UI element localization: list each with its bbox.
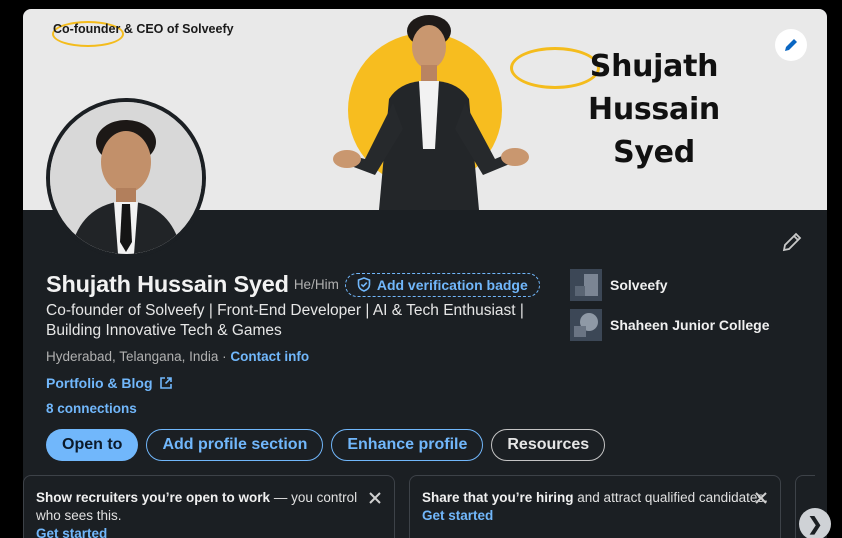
pronouns: He/Him (293, 277, 339, 292)
profile-card: Co-founder & CEO of Solveefy Shujath Hus… (23, 9, 827, 538)
external-link-icon (159, 377, 172, 389)
website-label: Portfolio & Blog (46, 375, 153, 391)
edit-banner-button[interactable] (775, 29, 807, 61)
dismiss-button[interactable] (365, 488, 385, 508)
company-logo-icon (570, 269, 602, 301)
open-to-work-card: Show recruiters you’re open to work — yo… (23, 475, 395, 538)
name-row: Shujath Hussain Syed He/Him Add verifica… (46, 271, 540, 298)
website-link[interactable]: Portfolio & Blog (46, 375, 173, 391)
resources-button[interactable]: Resources (491, 429, 606, 461)
org-name: Shaheen Junior College (610, 317, 770, 333)
edit-intro-button[interactable] (780, 230, 804, 254)
carousel-next-button[interactable]: ❯ (799, 508, 831, 538)
hiring-card: Share that you’re hiring and attract qua… (409, 475, 781, 538)
org-item-school[interactable]: Shaheen Junior College (570, 309, 769, 341)
profile-headline: Co-founder of Solveefy | Front-End Devel… (46, 302, 524, 339)
profile-location: Hyderabad, Telangana, India (46, 349, 219, 364)
dismiss-button[interactable] (751, 488, 771, 508)
banner-name: Shujath Hussain Syed (519, 45, 789, 174)
open-to-button[interactable]: Open to (46, 429, 139, 461)
avatar-portrait (50, 102, 202, 254)
get-started-link[interactable]: Get started (36, 525, 382, 538)
enhance-profile-button[interactable]: Enhance profile (331, 429, 484, 461)
pencil-icon (785, 39, 797, 51)
banner-name-line2: Syed (613, 135, 695, 170)
location-separator: · (218, 349, 231, 364)
notice-text: Share that you’re hiring and attract qua… (422, 490, 768, 505)
organizations: Solveefy Shaheen Junior College (570, 269, 769, 349)
profile-name: Shujath Hussain Syed (46, 271, 289, 297)
location-row: Hyderabad, Telangana, India · Contact in… (46, 349, 309, 364)
profile-photo[interactable] (46, 98, 206, 258)
org-name: Solveefy (610, 277, 668, 293)
notice-text: Show recruiters you’re open to work — yo… (36, 490, 358, 523)
banner-name-line1: Shujath Hussain (588, 49, 720, 127)
add-verification-badge-button[interactable]: Add verification badge (344, 272, 540, 297)
profile-actions: Open to Add profile section Enhance prof… (46, 429, 606, 461)
add-profile-section-button[interactable]: Add profile section (146, 429, 324, 461)
get-started-link[interactable]: Get started (422, 507, 768, 525)
close-icon (369, 492, 381, 504)
close-icon (755, 492, 767, 504)
verification-badge-label: Add verification badge (376, 276, 528, 293)
pencil-icon (782, 232, 802, 252)
shield-check-icon (357, 277, 371, 292)
contact-info-link[interactable]: Contact info (230, 349, 309, 364)
banner-tagline: Co-founder & CEO of Solveefy (53, 22, 234, 36)
school-logo-icon (570, 309, 602, 341)
org-item-solveefy[interactable]: Solveefy (570, 269, 769, 301)
connections-link[interactable]: 8 connections (46, 401, 137, 416)
